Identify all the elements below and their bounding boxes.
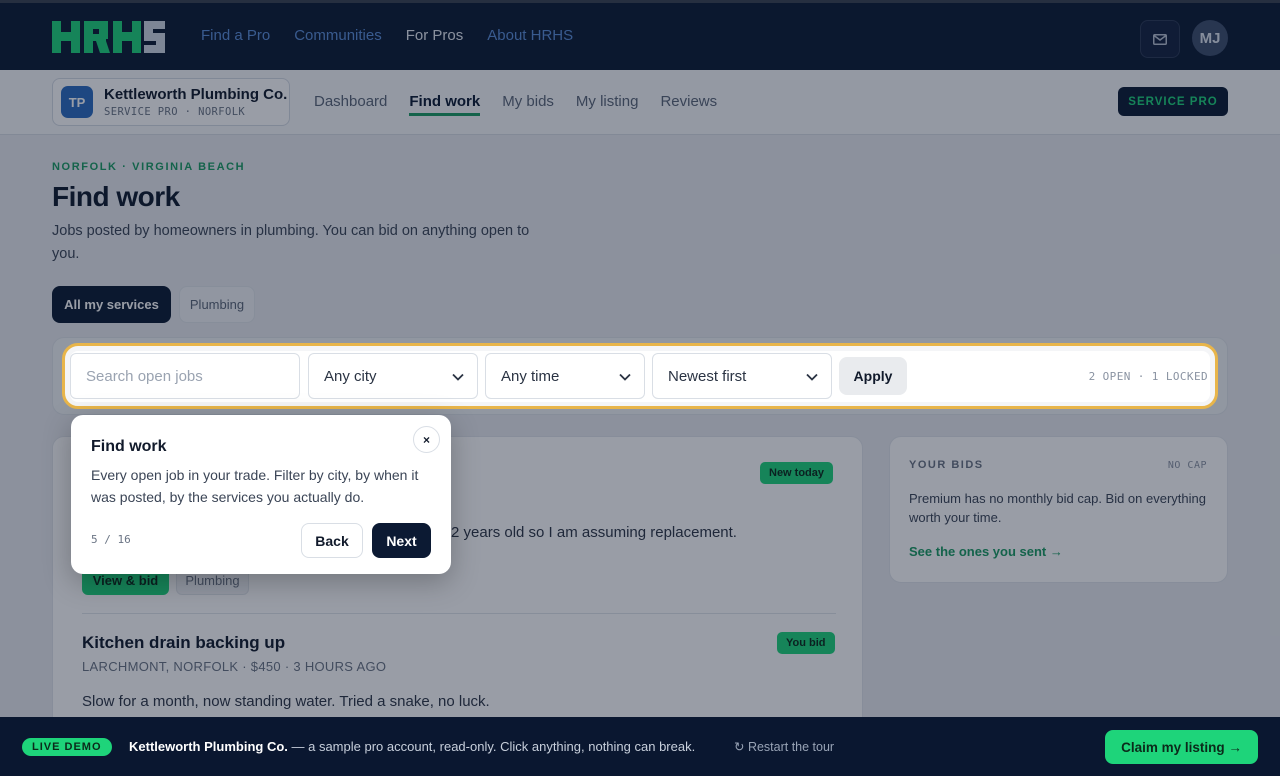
chevron-down-icon: [619, 373, 631, 381]
tour-back-button[interactable]: Back: [301, 523, 363, 558]
demo-message-text: — a sample pro account, read-only. Click…: [287, 739, 696, 754]
tour-body: Every open job in your trade. Filter by …: [91, 467, 419, 505]
chevron-down-icon: [452, 373, 464, 381]
tour-popover: Find work × Every open job in your trade…: [71, 415, 451, 574]
demo-message: Kettleworth Plumbing Co. — a sample pro …: [129, 739, 695, 754]
chevron-down-icon: [806, 373, 818, 381]
city-select[interactable]: Any city: [308, 353, 478, 399]
sort-select-value: Newest first: [668, 367, 747, 385]
claim-listing-button[interactable]: Claim my listing →: [1105, 730, 1258, 764]
demo-business-name: Kettleworth Plumbing Co.: [129, 739, 288, 754]
restart-tour-link[interactable]: ↻ Restart the tour: [734, 739, 834, 754]
tour-title: Find work: [91, 438, 167, 455]
time-select-value: Any time: [501, 367, 560, 385]
apply-button[interactable]: Apply: [839, 357, 907, 395]
demo-banner: LIVE DEMO Kettleworth Plumbing Co. — a s…: [0, 717, 1280, 776]
time-select[interactable]: Any time: [485, 353, 645, 399]
city-select-value: Any city: [324, 367, 377, 385]
close-icon[interactable]: ×: [413, 426, 440, 453]
open-count: 2 OPEN · 1 LOCKED: [1088, 370, 1208, 383]
tour-step-counter: 5 / 16: [91, 533, 131, 546]
search-input[interactable]: [70, 353, 300, 399]
tour-next-button[interactable]: Next: [372, 523, 431, 558]
sort-select[interactable]: Newest first: [652, 353, 832, 399]
live-demo-badge: LIVE DEMO: [22, 738, 112, 756]
filter-bar: Any city Any time Newest first Apply 2 O…: [70, 351, 1210, 402]
